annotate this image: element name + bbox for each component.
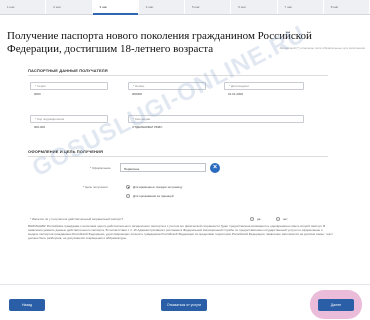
issue-date-label: * Дата выдачи [229, 84, 249, 88]
valid-passport-yes-label: да [257, 217, 261, 221]
purpose-option-temporary: Для временных поездок за границу [133, 185, 183, 189]
issued-by-label: * Кем выдан [133, 117, 151, 121]
valid-passport-no-label: нет [283, 217, 288, 221]
dept-code-label: * Код подразделения [35, 117, 65, 121]
purpose-label: * Цель получения [83, 185, 108, 189]
info-text: ВНИМАНИЕ! Российским гражданам с наличие… [28, 224, 333, 240]
close-icon[interactable]: × [210, 163, 220, 173]
step-8[interactable]: 8 шаг [324, 0, 370, 14]
passport-section-title: ПАСПОРТНЫЕ ДАННЫЕ ПОЛУЧАТЕЛЯ [28, 68, 108, 73]
series-value: 0000 [34, 92, 41, 96]
series-field[interactable]: * Серия 0000 [30, 82, 108, 96]
required-note: Звездочкой (*) отмечены поля обязательны… [279, 46, 365, 50]
number-value: 000000 [132, 92, 143, 96]
step-7[interactable]: 7 шаг [278, 0, 324, 14]
divider [28, 156, 328, 157]
divider [28, 75, 328, 76]
valid-passport-question: * Имеется ли у получателя действительный… [30, 217, 124, 221]
issued-by-value: ОТДЕЛЕНИЕМ УФМС [132, 125, 163, 129]
purpose-radio-temporary[interactable] [126, 185, 130, 189]
issue-date-value: 01.01.2000 [228, 92, 244, 96]
dept-code-field[interactable]: * Код подразделения 000-000 [30, 115, 108, 129]
valid-passport-radio-no[interactable] [276, 217, 280, 221]
valid-passport-radio-yes[interactable] [250, 217, 254, 221]
step-6[interactable]: 6 шаг [231, 0, 278, 14]
purpose-radio-residence[interactable] [126, 194, 130, 198]
steps-bar: 1 шаг 2 шаг 3 шаг 4 шаг 5 шаг 6 шаг 7 ша… [0, 0, 370, 15]
registration-select[interactable]: Первичное [120, 163, 206, 172]
step-2[interactable]: 2 шаг [46, 0, 93, 14]
step-3[interactable]: 3 шаг [92, 0, 139, 15]
step-1[interactable]: 1 шаг [0, 0, 47, 14]
step-5[interactable]: 5 шаг [185, 0, 232, 14]
next-button[interactable]: Далее [318, 299, 354, 311]
registration-label: * Оформление [90, 166, 111, 170]
number-label: * Номер [133, 84, 145, 88]
issue-date-field[interactable]: * Дата выдачи 01.01.2000 [224, 82, 304, 96]
series-label: * Серия [35, 84, 46, 88]
divider [0, 284, 370, 285]
number-field[interactable]: * Номер 000000 [128, 82, 206, 96]
back-button[interactable]: Назад [9, 299, 45, 311]
step-4[interactable]: 4 шаг [139, 0, 185, 14]
purpose-section-title: ОФОРМЛЕНИЕ И ЦЕЛЬ ПОЛУЧЕНИЯ [28, 149, 103, 154]
dept-code-value: 000-000 [34, 125, 46, 129]
issued-by-field[interactable]: * Кем выдан ОТДЕЛЕНИЕМ УФМС [128, 115, 304, 129]
cancel-service-button[interactable]: Отказаться от услуги [161, 299, 207, 311]
page-title: Получение паспорта нового поколения граж… [7, 30, 312, 55]
purpose-option-residence: Для проживания за границей [133, 194, 174, 198]
